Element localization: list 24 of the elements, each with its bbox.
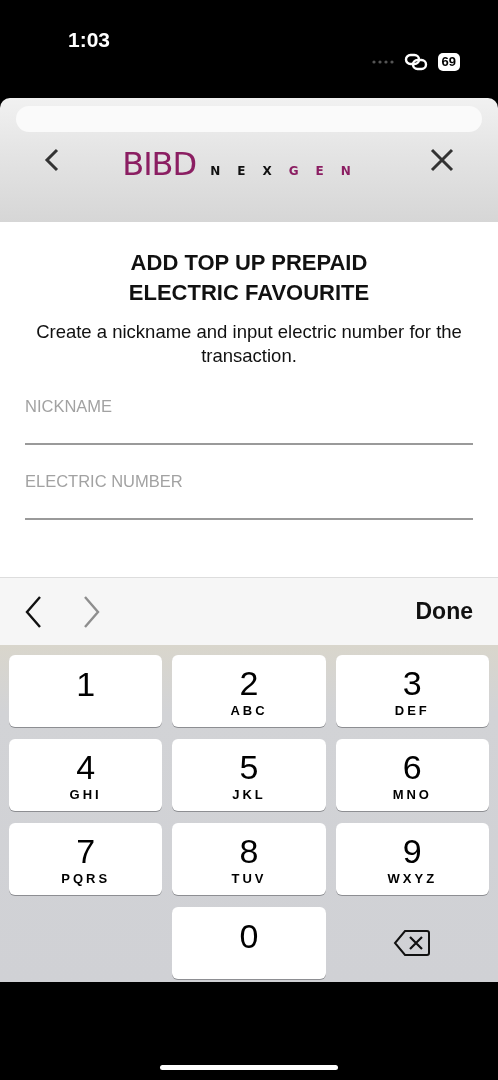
keypad-key[interactable]: 5 JKL — [172, 739, 326, 811]
keypad-key[interactable]: 2 ABC — [172, 655, 326, 727]
battery-indicator: 69 — [437, 53, 460, 71]
keypad-key[interactable]: 4 GHI — [9, 739, 163, 811]
logo-tagline: N E X G E N — [210, 163, 352, 180]
status-time: 1:03 — [68, 27, 111, 53]
keypad-key[interactable]: 6 MNO — [335, 739, 489, 811]
keypad-key[interactable]: 9 WXYZ — [335, 823, 489, 895]
input-field[interactable]: NICKNAME — [25, 394, 473, 445]
done-button[interactable]: Done — [415, 594, 473, 629]
description-text: Create a nickname and input electric number for the transaction. — [35, 320, 463, 368]
keypad-key[interactable]: 8 TUV — [172, 823, 326, 895]
brand-logo: BIBD — [122, 148, 197, 180]
input-field[interactable]: ELECTRIC NUMBER — [25, 468, 473, 520]
back-button[interactable] — [44, 147, 60, 173]
page-title: ADD TOP UP PREPAID ELECTRIC FAVOURITE — [127, 249, 371, 307]
backspace-key[interactable] — [393, 928, 432, 958]
close-button[interactable] — [430, 148, 454, 172]
keypad-key[interactable]: 1 — [9, 655, 163, 727]
link-icon — [403, 53, 428, 71]
keypad-key[interactable]: 7 PQRS — [9, 823, 163, 895]
keypad-key[interactable]: 0 — [172, 907, 326, 979]
signal-icon — [371, 60, 394, 64]
keypad-key[interactable]: 3 DEF — [335, 655, 489, 727]
